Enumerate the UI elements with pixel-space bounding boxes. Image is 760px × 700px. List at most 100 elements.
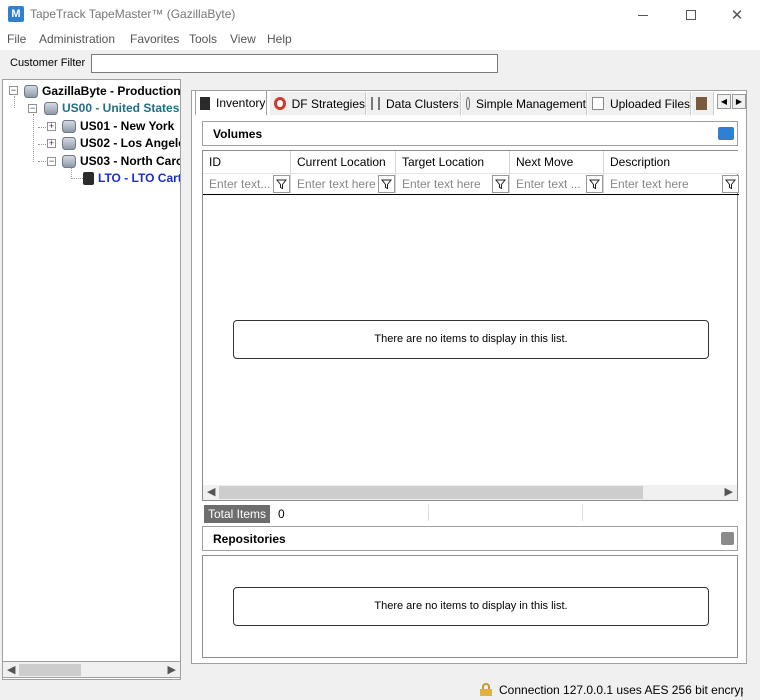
totals-divider xyxy=(582,505,583,521)
repositories-settings-icon[interactable] xyxy=(721,532,734,545)
filter-cell-next-move[interactable]: Enter text ... xyxy=(510,173,604,193)
column-label: Target Location xyxy=(402,155,485,169)
tab-df-strategies[interactable]: DF Strategies xyxy=(270,92,366,115)
filter-placeholder[interactable]: Enter text... xyxy=(209,177,270,191)
tree-node-root[interactable]: GazillaByte - Production xyxy=(24,83,181,99)
tree-node-label: US00 - United States xyxy=(62,101,180,115)
tree-node-label: GazillaByte - Production xyxy=(42,84,181,98)
database-icon xyxy=(44,101,58,115)
lock-icon xyxy=(480,683,492,696)
tree-node-label: LTO - LTO Cartridge xyxy=(98,171,181,185)
column-label: ID xyxy=(209,155,221,169)
column-header-description[interactable]: Description xyxy=(604,151,739,173)
column-header-id[interactable]: ID xyxy=(203,151,291,173)
tab-uploaded-files[interactable]: Uploaded Files xyxy=(588,92,691,115)
maximize-button[interactable] xyxy=(668,0,714,30)
menu-bar: File Administration Favorites Tools View… xyxy=(0,30,760,50)
tree-expand-us02[interactable]: + xyxy=(47,139,56,148)
filter-placeholder[interactable]: Enter text here xyxy=(610,177,689,191)
database-icon xyxy=(62,136,76,150)
tree-node-lto[interactable]: LTO - LTO Cartridge xyxy=(83,170,181,186)
menu-administration[interactable]: Administration xyxy=(39,32,115,46)
filter-icon[interactable] xyxy=(722,175,739,193)
menu-favorites[interactable]: Favorites xyxy=(130,32,179,46)
tree-node-us00[interactable]: US00 - United States xyxy=(44,100,179,116)
database-icon xyxy=(62,119,76,133)
scroll-right-icon[interactable]: ▶ xyxy=(168,663,176,676)
column-label: Description xyxy=(610,155,671,169)
scrollbar-thumb[interactable] xyxy=(219,486,643,499)
filter-cell-target-location[interactable]: Enter text here xyxy=(396,173,510,193)
tree-collapse-us03[interactable]: − xyxy=(47,157,56,166)
tree-node-us01[interactable]: US01 - New York xyxy=(62,118,174,134)
header-separator xyxy=(203,194,739,195)
totals-divider xyxy=(428,505,429,521)
status-bar: Connection 127.0.0.1 uses AES 256 bit en… xyxy=(0,680,760,700)
tab-scroll-left-button[interactable]: ◀ xyxy=(717,94,731,109)
filter-placeholder[interactable]: Enter text ... xyxy=(516,177,581,191)
volumes-header: Volumes xyxy=(202,121,738,146)
tree-horizontal-scrollbar[interactable]: ◀ ▶ xyxy=(2,661,181,678)
tab-scroll-right-button[interactable]: ▶ xyxy=(732,94,746,109)
repositories-title: Repositories xyxy=(213,532,286,546)
customer-tree: − GazillaByte - Production − US00 - Unit… xyxy=(2,79,181,680)
menu-view[interactable]: View xyxy=(230,32,256,46)
minimize-button[interactable] xyxy=(620,0,666,30)
tape-icon xyxy=(200,96,210,110)
file-icon xyxy=(592,97,604,110)
filter-icon[interactable] xyxy=(586,175,603,193)
filter-icon[interactable] xyxy=(378,175,395,193)
tree-node-label: US02 - Los Angeles xyxy=(80,136,181,150)
tab-strip: Inventory DF Strategies Data Clusters Si… xyxy=(193,90,748,115)
menu-help[interactable]: Help xyxy=(267,32,292,46)
column-header-next-move[interactable]: Next Move xyxy=(510,151,604,173)
filter-cell-id[interactable]: Enter text... xyxy=(203,173,291,193)
column-label: Current Location xyxy=(297,155,386,169)
scroll-left-icon[interactable]: ◀ xyxy=(207,485,215,498)
volumes-horizontal-scrollbar[interactable]: ◀ ▶ xyxy=(203,485,737,500)
volumes-grid: ID Current Location Target Location Next… xyxy=(202,150,739,501)
volumes-empty-message: There are no items to display in this li… xyxy=(233,320,709,359)
volumes-add-icon[interactable] xyxy=(718,127,734,140)
tree-connector xyxy=(71,178,83,179)
tab-simple-management[interactable]: Simple Management xyxy=(462,92,587,115)
total-items-value: 0 xyxy=(278,507,285,521)
close-button[interactable]: ✕ xyxy=(714,0,760,30)
volumes-title: Volumes xyxy=(213,127,263,141)
tree-node-label: US01 - New York xyxy=(80,119,175,133)
scroll-left-icon[interactable]: ◀ xyxy=(7,663,15,676)
column-header-current-location[interactable]: Current Location xyxy=(291,151,396,173)
tab-data-clusters[interactable]: Data Clusters xyxy=(367,92,461,115)
filter-cell-current-location[interactable]: Enter text here xyxy=(291,173,396,193)
tree-collapse-root[interactable]: − xyxy=(9,86,18,95)
total-items-label: Total Items xyxy=(204,505,271,523)
pane-splitter[interactable] xyxy=(182,79,190,679)
tree-node-us03[interactable]: US03 - North Carolina xyxy=(62,153,180,169)
column-label: Next Move xyxy=(516,155,574,169)
menu-file[interactable]: File xyxy=(7,32,26,46)
tab-label: Uploaded Files xyxy=(609,96,690,111)
filter-icon[interactable] xyxy=(492,175,509,193)
column-header-target-location[interactable]: Target Location xyxy=(396,151,510,173)
customer-filter-input[interactable] xyxy=(91,54,498,73)
filter-placeholder[interactable]: Enter text here xyxy=(402,177,481,191)
tree-collapse-us00[interactable]: − xyxy=(28,104,37,113)
tab-inventory[interactable]: Inventory xyxy=(195,90,267,115)
database-icon xyxy=(24,84,38,98)
filter-placeholder[interactable]: Enter text here xyxy=(297,177,376,191)
database-icon xyxy=(62,154,76,168)
tree-node-us02[interactable]: US02 - Los Angeles xyxy=(62,135,181,151)
scroll-right-icon[interactable]: ▶ xyxy=(725,485,733,498)
connection-status: Connection 127.0.0.1 uses AES 256 bit en… xyxy=(499,683,743,697)
tree-expand-us01[interactable]: + xyxy=(47,122,56,131)
tab-overflow[interactable] xyxy=(692,92,714,115)
minimize-icon xyxy=(638,14,648,16)
menu-tools[interactable]: Tools xyxy=(189,32,217,46)
box-icon xyxy=(696,97,707,110)
scrollbar-thumb[interactable] xyxy=(19,664,81,676)
tree-connector xyxy=(14,96,15,108)
customer-filter-label: Customer Filter xyxy=(10,57,86,69)
filter-cell-description[interactable]: Enter text here xyxy=(604,173,739,193)
filter-icon[interactable] xyxy=(273,175,290,193)
maximize-icon xyxy=(686,10,696,20)
